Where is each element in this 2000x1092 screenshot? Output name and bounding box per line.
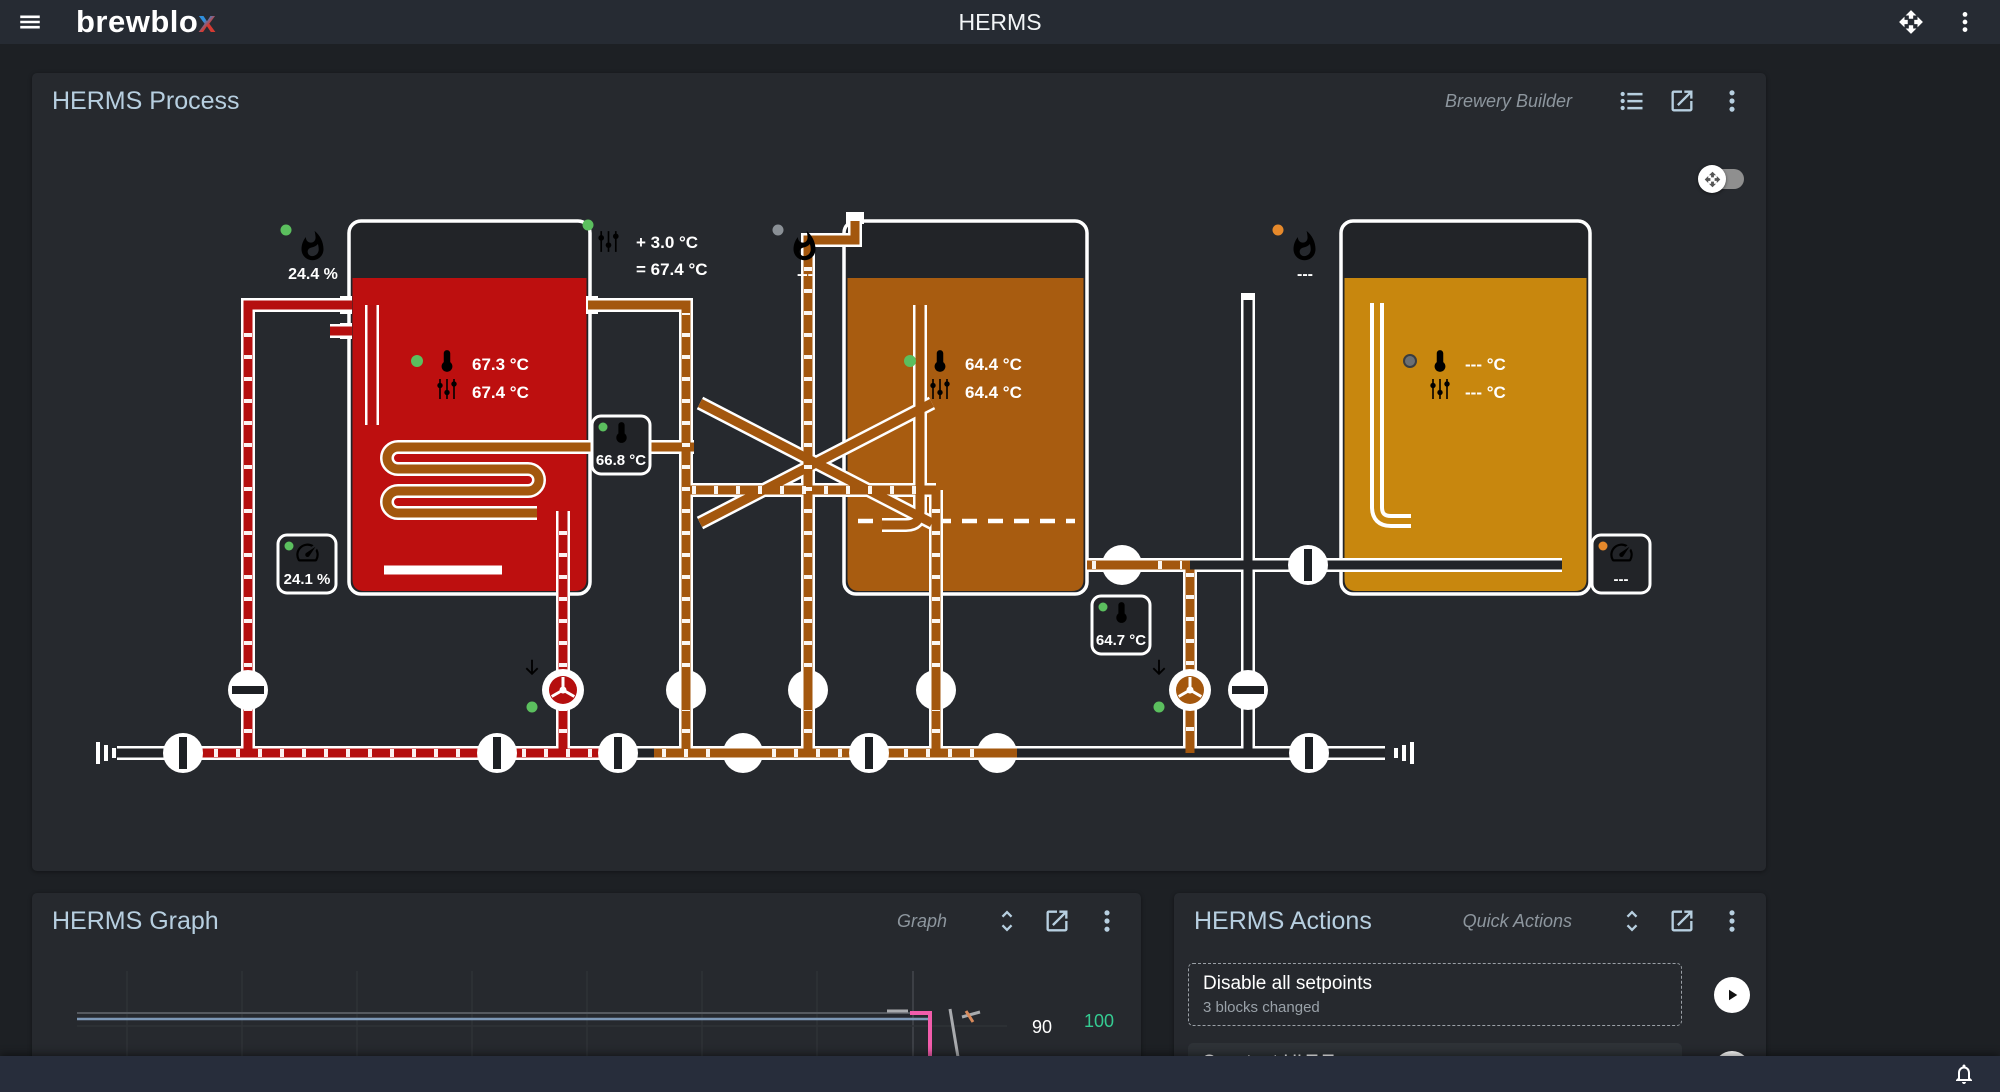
- hlt-pump-power-arrow-icon[interactable]: [526, 660, 539, 675]
- actions-panel-subtitle: Quick Actions: [1463, 911, 1572, 932]
- action-note: 3 blocks changed: [1203, 999, 1667, 1016]
- graph-y-axis-tick-right: 100: [1084, 1011, 1114, 1031]
- hlt-pwm-state-dot: [285, 542, 294, 551]
- hlt-kettle[interactable]: [349, 221, 590, 594]
- driver-offset-value: + 3.0 °C: [636, 233, 698, 252]
- actions-open-in-new-icon[interactable]: [1668, 907, 1696, 935]
- graph-unfold-icon[interactable]: [993, 907, 1021, 935]
- hlt-pwm-display[interactable]: 24.1 %: [278, 535, 336, 593]
- mt-temp-value: 64.4 °C: [965, 355, 1022, 374]
- bk-setpoint-value: --- °C: [1465, 383, 1506, 402]
- driver-result-value: = 67.4 °C: [636, 260, 708, 279]
- inlet-glyph: [96, 742, 116, 764]
- action-item-disable-setpoints[interactable]: Disable all setpoints 3 blocks changed: [1188, 963, 1682, 1026]
- driver-state-dot: [583, 220, 594, 231]
- hlt-pump-state-dot: [527, 702, 538, 713]
- mt-pump[interactable]: [1169, 669, 1211, 711]
- hex-temp-sensor[interactable]: 66.8 °C: [592, 416, 650, 474]
- hex-state-dot: [599, 423, 608, 432]
- actions-panel-header: HERMS Actions Quick Actions: [1174, 893, 1766, 949]
- outlet-glyph: [1394, 742, 1414, 764]
- topbar-kebab-menu-icon[interactable]: [1952, 9, 1978, 35]
- hlt-heater-display[interactable]: 24.4 %: [281, 225, 338, 284]
- process-panel-subtitle: Brewery Builder: [1445, 91, 1572, 112]
- hlt-heater-state-dot: [281, 225, 292, 236]
- hlt-pwm-value: 24.1 %: [284, 571, 331, 588]
- mt-out-temp-sensor[interactable]: 64.7 °C: [1092, 596, 1150, 654]
- process-panel-header: HERMS Process Brewery Builder: [32, 73, 1766, 129]
- brewery-diagram: 24.4 % + 3.0 °C = 67.4 °C --- ---: [32, 73, 1766, 871]
- page-title: HERMS: [0, 9, 2000, 36]
- bk-pwm-display[interactable]: ---: [1592, 535, 1650, 593]
- driver-sliders-icon: [598, 231, 618, 252]
- process-kebab-menu-icon[interactable]: [1718, 87, 1746, 115]
- app-window: brewblox HERMS HERMS Process Brewery Bui…: [0, 0, 2000, 1092]
- bk-heater-flame-icon: [1294, 231, 1316, 260]
- toggle-thumb: [1698, 165, 1726, 193]
- move-dashboard-icon[interactable]: [1898, 9, 1924, 35]
- process-panel-title: HERMS Process: [52, 87, 240, 116]
- mt-pump-state-dot: [1154, 702, 1165, 713]
- hex-temp-value: 66.8 °C: [596, 452, 646, 469]
- mt-heater-state-dot: [773, 225, 784, 236]
- graph-panel-title: HERMS Graph: [52, 907, 219, 936]
- action-label: Disable all setpoints: [1203, 973, 1667, 995]
- herms-process-panel: HERMS Process Brewery Builder: [32, 73, 1766, 871]
- mt-kettle[interactable]: [844, 221, 1087, 594]
- block-list-icon[interactable]: [1618, 87, 1646, 115]
- bottom-status-bar: [0, 1056, 2000, 1092]
- open-in-new-icon[interactable]: [1668, 87, 1696, 115]
- brewblox-logo[interactable]: brewblox: [76, 4, 216, 40]
- bk-state-dot: [1404, 355, 1416, 367]
- hlt-state-dot: [411, 355, 423, 367]
- graph-panel-header: HERMS Graph Graph: [32, 893, 1141, 949]
- move-icon: [1704, 171, 1721, 188]
- hlt-heater-flame-icon: [302, 231, 324, 260]
- app-top-bar: brewblox HERMS: [0, 0, 2000, 44]
- logo-x: x: [198, 4, 216, 40]
- actions-unfold-icon[interactable]: [1618, 907, 1646, 935]
- hlt-temp-value: 67.3 °C: [472, 355, 529, 374]
- play-icon: [1723, 986, 1741, 1004]
- actions-kebab-menu-icon[interactable]: [1718, 907, 1746, 935]
- hlt-setpoint-sliders-icon: [437, 379, 456, 399]
- graph-kebab-menu-icon[interactable]: [1093, 907, 1121, 935]
- bk-pwm-state-dot: [1599, 542, 1608, 551]
- bk-pwm-value: ---: [1614, 571, 1629, 588]
- graph-y-axis-tick-left: 90: [1032, 1017, 1052, 1037]
- mt-setpoint-sliders-icon: [930, 379, 949, 399]
- hlt-pump[interactable]: [542, 669, 584, 711]
- move-mode-toggle[interactable]: [1698, 165, 1746, 193]
- mt-heater-pwm-value: ---: [797, 266, 813, 283]
- run-action-button[interactable]: [1714, 977, 1750, 1013]
- actions-panel-title: HERMS Actions: [1194, 907, 1372, 936]
- bk-setpoint-sliders-icon: [1430, 379, 1449, 399]
- mt-state-dot: [904, 355, 916, 367]
- mt-setpoint-value: 64.4 °C: [965, 383, 1022, 402]
- hlt-heater-pwm-value: 24.4 %: [288, 266, 338, 283]
- mt-out-state-dot: [1099, 603, 1108, 612]
- mt-out-temp-value: 64.7 °C: [1096, 632, 1146, 649]
- bk-heater-pwm-value: ---: [1297, 266, 1313, 283]
- bk-heater-display[interactable]: ---: [1273, 225, 1316, 284]
- graph-panel-subtitle: Graph: [897, 911, 947, 932]
- setpoint-driver-display[interactable]: + 3.0 °C = 67.4 °C: [583, 220, 708, 280]
- notifications-bell-icon[interactable]: [1952, 1062, 1976, 1086]
- hlt-setpoint-value: 67.4 °C: [472, 383, 529, 402]
- mt-pump-power-arrow-icon[interactable]: [1153, 660, 1166, 675]
- bk-heater-state-dot: [1273, 225, 1284, 236]
- graph-open-in-new-icon[interactable]: [1043, 907, 1071, 935]
- logo-text: brewblo: [76, 4, 198, 40]
- valves-and-pumps: [163, 545, 1329, 773]
- bk-temp-value: --- °C: [1465, 355, 1506, 374]
- hamburger-menu-button[interactable]: [14, 6, 46, 38]
